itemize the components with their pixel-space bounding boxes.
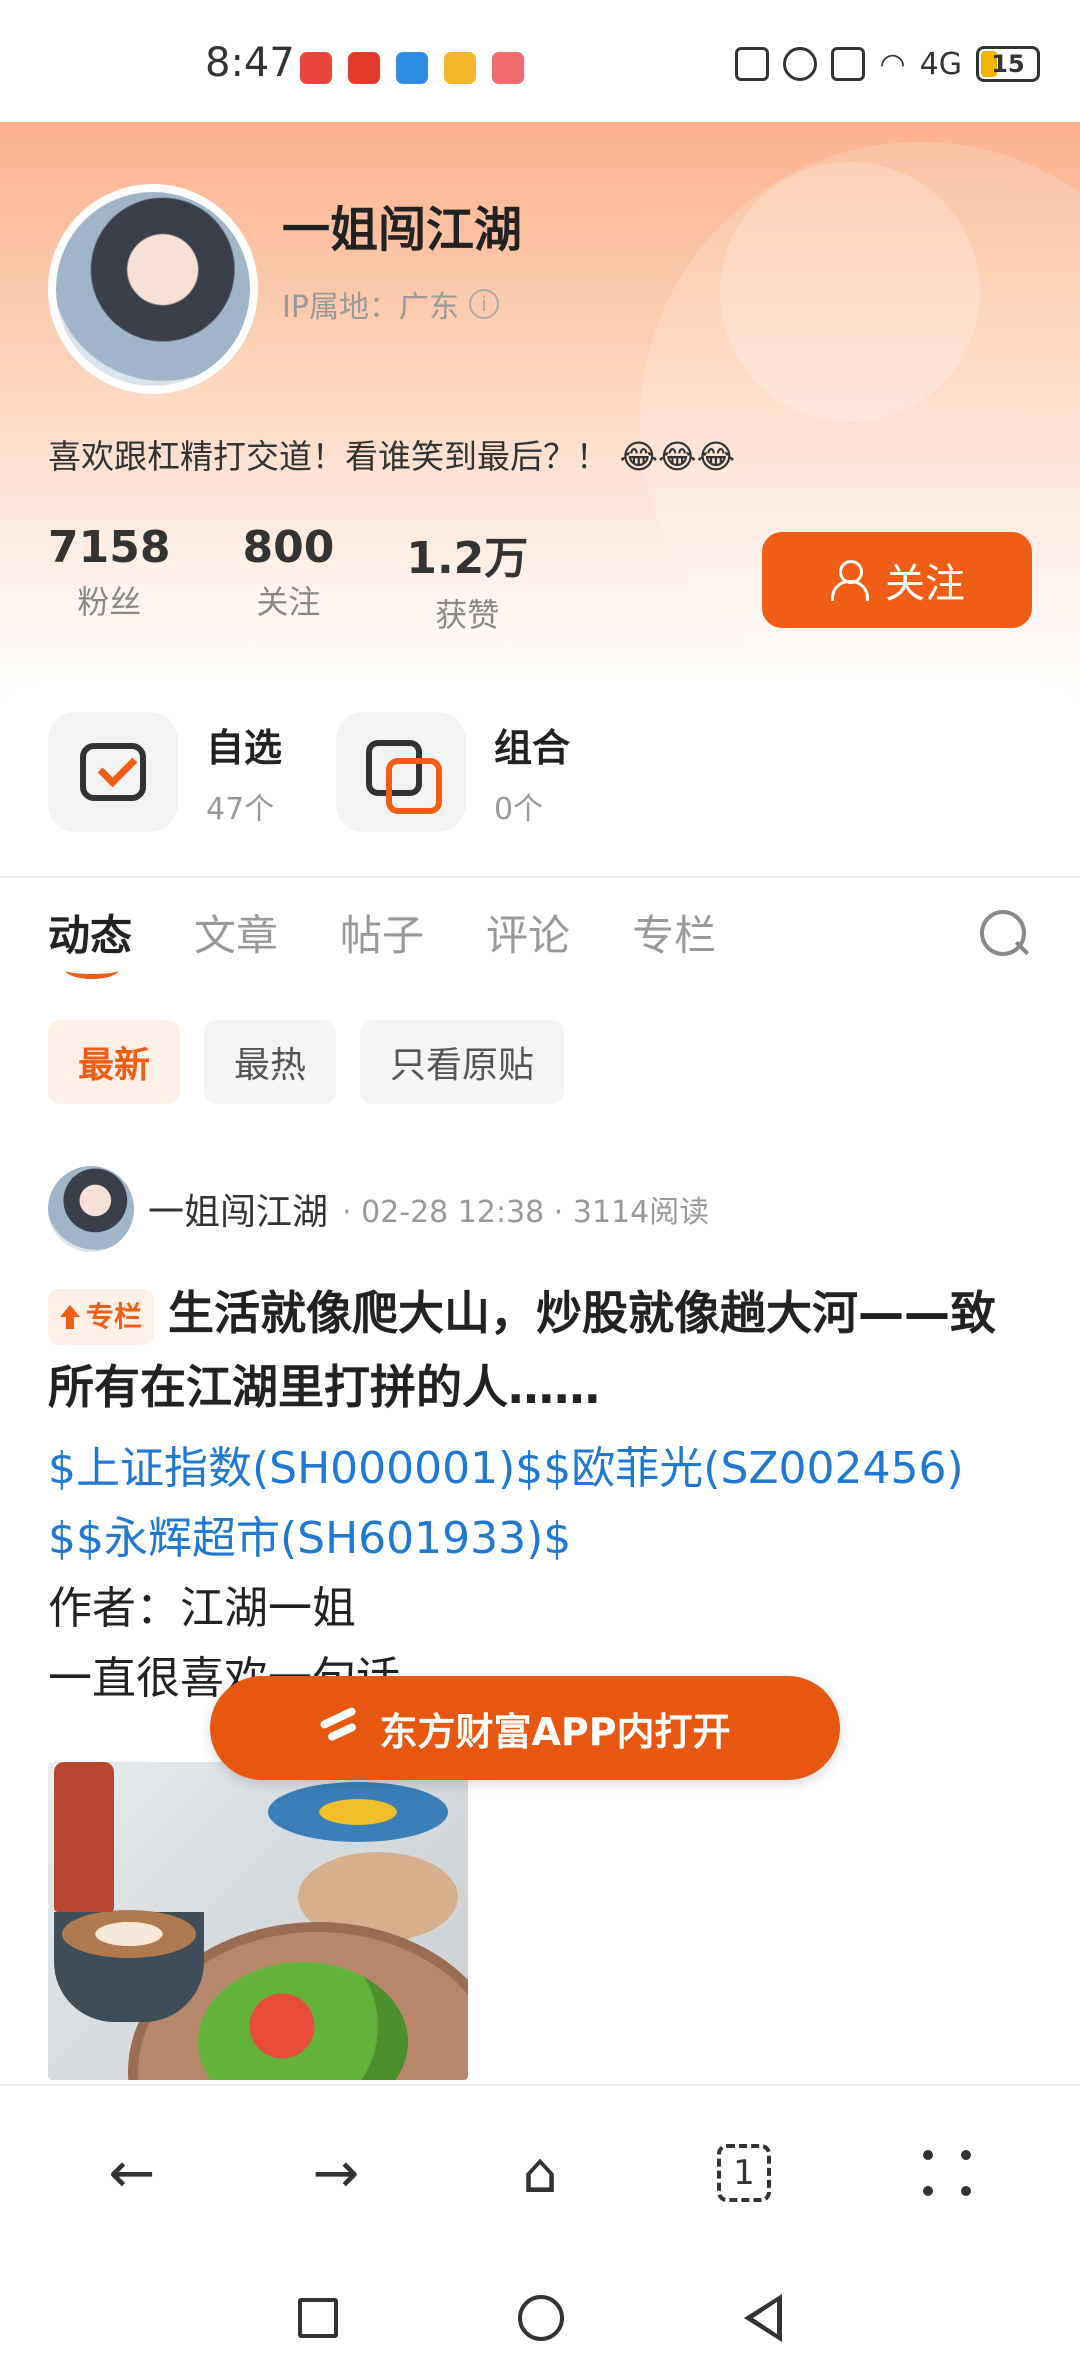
ip-location: IP属地：广东 i xyxy=(282,282,499,326)
tab-articles[interactable]: 文章 xyxy=(194,902,278,963)
post-image[interactable] xyxy=(48,1762,468,2080)
stat-value: 1.2万 xyxy=(406,533,529,584)
top-arrow-icon xyxy=(60,1304,80,1329)
content-tabs: 动态 文章 帖子 评论 专栏 xyxy=(48,902,716,979)
avatar[interactable] xyxy=(48,1166,134,1252)
alarm-icon xyxy=(783,47,818,81)
yellow-app-icon xyxy=(444,52,476,84)
notification-icons xyxy=(300,52,524,84)
eastmoney-logo-icon xyxy=(319,1708,363,1748)
info-icon[interactable]: i xyxy=(468,289,499,319)
status-bar: 8:47 ◠ 4G 15 xyxy=(0,0,1080,122)
status-icons: ◠ 4G 15 xyxy=(735,46,1040,82)
more-menu-icon[interactable] xyxy=(908,2133,988,2213)
avatar[interactable] xyxy=(48,184,258,394)
shortcut-count: 0个 xyxy=(494,791,544,827)
post-meta: 一姐闯江湖 · 02-28 12:38 · 3114阅读 xyxy=(48,1164,1032,1254)
tab-dynamics[interactable]: 动态 xyxy=(48,902,132,979)
stat-value: 7158 xyxy=(48,522,171,573)
shortcut-watchlist[interactable]: 自选 47个 xyxy=(48,712,298,832)
shortcut-count: 47个 xyxy=(206,791,275,827)
divider xyxy=(0,876,1080,878)
filter-hot[interactable]: 最热 xyxy=(204,1020,337,1104)
back-arrow-icon[interactable]: ← xyxy=(92,2133,172,2213)
stat-likes: 1.2万 获赞 xyxy=(406,522,528,636)
open-in-app-button[interactable]: 东方财富APP内打开 xyxy=(210,1676,840,1780)
pink-app-icon xyxy=(492,52,524,84)
stat-label: 粉丝 xyxy=(77,583,142,621)
content-card: 自选 47个 组合 0个 动态 文章 帖子 评论 专栏 最新 最热 只看原贴 一… xyxy=(0,680,1080,2080)
shortcuts: 自选 47个 组合 0个 xyxy=(48,712,586,832)
home-circle-icon[interactable] xyxy=(518,2295,564,2341)
profile-stats: 7158 粉丝 800 关注 1.2万 获赞 xyxy=(48,522,528,636)
huawei-app-icon xyxy=(300,52,332,84)
tab-comments[interactable]: 评论 xyxy=(486,902,570,963)
watchlist-icon xyxy=(48,712,178,832)
follow-button[interactable]: 关注 xyxy=(762,532,1032,628)
wifi-icon: ◠ xyxy=(879,46,906,82)
profile-bio: 喜欢跟杠精打交道！看谁笑到最后？！ 😂😂😂 xyxy=(48,437,736,476)
system-navigation xyxy=(0,2260,1080,2376)
battery-icon: 15 xyxy=(976,46,1040,82)
add-person-icon xyxy=(829,558,873,602)
stat-label: 获赞 xyxy=(435,596,500,634)
stat-value: 800 xyxy=(242,522,335,573)
follow-label: 关注 xyxy=(885,561,965,607)
red-app-icon xyxy=(348,52,380,84)
decor-smiley-icon xyxy=(720,162,980,422)
post-item[interactable]: 一姐闯江湖 · 02-28 12:38 · 3114阅读 专栏 生活就像爬大山，炒… xyxy=(48,1164,1032,1714)
search-icon[interactable] xyxy=(980,910,1028,958)
status-time: 8:47 xyxy=(205,40,295,86)
stat-label: 关注 xyxy=(256,583,321,621)
stat-following[interactable]: 800 关注 xyxy=(242,522,334,636)
stock-links[interactable]: $上证指数(SH000001)$$欧菲光(SZ002456)$$永辉超市(SH6… xyxy=(48,1434,1032,1574)
browser-toolbar: ← → ⌂ 1 xyxy=(0,2084,1080,2260)
filter-original-only[interactable]: 只看原贴 xyxy=(360,1020,565,1104)
post-author[interactable]: 一姐闯江湖 xyxy=(148,1183,328,1235)
vibrate-icon xyxy=(831,47,866,81)
forward-arrow-icon[interactable]: → xyxy=(296,2133,376,2213)
home-icon[interactable]: ⌂ xyxy=(500,2133,580,2213)
nfc-icon xyxy=(735,47,770,81)
tab-count: 1 xyxy=(717,2144,771,2202)
profile-header: 一姐闯江湖 IP属地：广东 i 喜欢跟杠精打交道！看谁笑到最后？！ 😂😂😂 71… xyxy=(0,122,1080,702)
post-title-text: 生活就像爬大山，炒股就像趟大河——致所有在江湖里打拼的人…… xyxy=(48,1286,997,1414)
tab-posts[interactable]: 帖子 xyxy=(340,902,424,963)
stat-fans[interactable]: 7158 粉丝 xyxy=(48,522,170,636)
post-time: · 02-28 12:38 · 3114阅读 xyxy=(342,1195,710,1230)
tab-columns[interactable]: 专栏 xyxy=(632,902,716,963)
tabs-button[interactable]: 1 xyxy=(704,2133,784,2213)
shortcut-title: 自选 xyxy=(206,725,283,770)
shortcut-title: 组合 xyxy=(494,725,571,770)
shortcut-portfolio[interactable]: 组合 0个 xyxy=(336,712,586,832)
back-triangle-icon[interactable] xyxy=(744,2294,782,2342)
filter-latest[interactable]: 最新 xyxy=(48,1020,181,1104)
open-in-app-label: 东方财富APP内打开 xyxy=(379,1709,731,1754)
ip-location-text: IP属地：广东 xyxy=(282,290,459,325)
signal-4g: 4G xyxy=(919,46,962,82)
post-author-line: 作者：江湖一姐 xyxy=(48,1583,356,1634)
blue-app-icon xyxy=(396,52,428,84)
post-title[interactable]: 专栏 生活就像爬大山，炒股就像趟大河——致所有在江湖里打拼的人…… xyxy=(48,1276,1032,1424)
profile-name: 一姐闯江湖 xyxy=(282,202,523,258)
recents-icon[interactable] xyxy=(298,2298,338,2338)
column-badge: 专栏 xyxy=(48,1288,155,1345)
filter-chips: 最新 最热 只看原贴 xyxy=(48,1020,565,1104)
portfolio-icon xyxy=(336,712,466,832)
